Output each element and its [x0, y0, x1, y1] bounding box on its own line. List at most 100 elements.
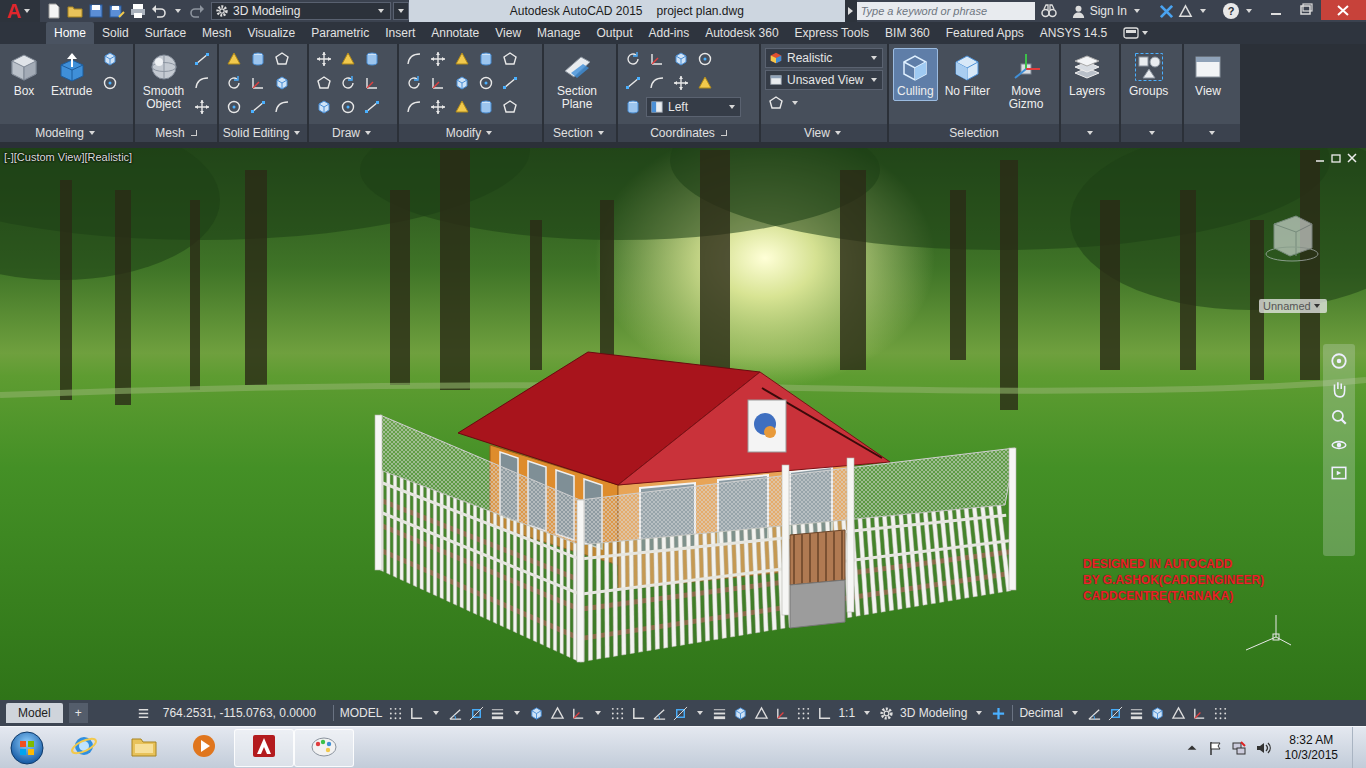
object-snap-icon[interactable]	[1108, 706, 1123, 721]
tool-button[interactable]	[475, 72, 497, 94]
ucs-icon[interactable]	[430, 75, 446, 91]
cube-icon[interactable]	[1150, 706, 1165, 721]
ribbon-tab[interactable]: Autodesk 360	[697, 22, 786, 44]
ribbon-tab[interactable]: Annotate	[423, 22, 487, 44]
grid-icon[interactable]	[1213, 706, 1228, 721]
volume-icon[interactable]	[1255, 740, 1271, 756]
dropdown-arrow-icon[interactable]	[792, 101, 798, 105]
ribbon-tab[interactable]: Parametric	[303, 22, 377, 44]
tool-button[interactable]	[191, 48, 213, 70]
tool-button[interactable]	[361, 72, 383, 94]
rotate-icon[interactable]	[226, 75, 242, 91]
tool-button[interactable]	[670, 48, 692, 70]
exchange-x-icon[interactable]	[1159, 4, 1174, 19]
taskbar-app[interactable]	[294, 729, 354, 767]
tool-button[interactable]	[361, 48, 383, 70]
tool-button[interactable]	[271, 96, 293, 118]
tool-button[interactable]	[499, 72, 521, 94]
ortho-icon[interactable]	[817, 706, 832, 721]
tool-button[interactable]	[427, 48, 449, 70]
tool-button[interactable]	[403, 96, 425, 118]
tool-button[interactable]	[337, 96, 359, 118]
customize-toolbar-button[interactable]	[393, 2, 409, 20]
tool-button[interactable]	[694, 72, 716, 94]
pyramid-icon[interactable]	[226, 51, 242, 67]
tool-button[interactable]	[622, 96, 644, 118]
panel-title[interactable]: Selection	[889, 124, 1059, 142]
zoom-icon[interactable]	[1330, 408, 1348, 426]
expand-search-button[interactable]	[845, 0, 857, 22]
cube-icon[interactable]	[454, 75, 470, 91]
new-file-icon[interactable]	[46, 3, 62, 19]
cube-icon[interactable]	[733, 706, 748, 721]
line-icon[interactable]	[625, 75, 641, 91]
arc-icon[interactable]	[649, 75, 665, 91]
ribbon-tab[interactable]: Output	[588, 22, 640, 44]
ribbon-tab[interactable]: View	[487, 22, 529, 44]
annotation-icon[interactable]	[1171, 706, 1186, 721]
cylinder-icon[interactable]	[478, 51, 494, 67]
dropdown-arrow-icon[interactable]	[514, 711, 520, 715]
tool-button[interactable]	[646, 72, 668, 94]
dropdown-arrow-icon[interactable]	[1200, 9, 1206, 13]
extrude-button[interactable]: Extrude	[47, 48, 96, 101]
circle-icon[interactable]	[102, 75, 118, 91]
section-plane-button[interactable]: Section Plane	[548, 48, 606, 114]
pyramid-icon[interactable]	[697, 75, 713, 91]
search-field[interactable]	[857, 2, 1035, 20]
tool-button[interactable]	[403, 72, 425, 94]
steering-wheel-icon[interactable]	[1330, 352, 1348, 370]
dropdown-arrow-icon[interactable]	[433, 711, 439, 715]
dropdown-arrow-icon[interactable]	[697, 711, 703, 715]
panel-title[interactable]: Modeling	[0, 124, 133, 142]
cylinder-icon[interactable]	[250, 51, 266, 67]
taskbar-app[interactable]	[234, 729, 294, 767]
plus-icon[interactable]	[991, 706, 1006, 721]
circle-icon[interactable]	[340, 99, 356, 115]
pyramid-icon[interactable]	[340, 51, 356, 67]
tool-button[interactable]	[622, 72, 644, 94]
ucs-icon[interactable]	[1192, 706, 1207, 721]
ucs-icon[interactable]	[364, 75, 380, 91]
user-icon[interactable]	[1071, 4, 1086, 19]
panel-title[interactable]: Coordinates	[618, 124, 759, 142]
dropdown-arrow-icon[interactable]	[595, 711, 601, 715]
layers-button[interactable]: Layers	[1065, 48, 1109, 101]
annotation-scale[interactable]: 1:1	[838, 706, 855, 720]
polygon-icon[interactable]	[768, 95, 784, 111]
arc-icon[interactable]	[406, 51, 422, 67]
dropdown-arrow-icon[interactable]	[175, 9, 181, 13]
circle-icon[interactable]	[226, 99, 242, 115]
cube-icon[interactable]	[274, 75, 290, 91]
new-layout-tab[interactable]: +	[69, 703, 88, 723]
polar-icon[interactable]	[1087, 706, 1102, 721]
object-snap-icon[interactable]	[469, 706, 484, 721]
taskbar-app[interactable]	[114, 729, 174, 767]
undo-icon[interactable]	[151, 3, 167, 19]
application-menu-button[interactable]: A	[0, 0, 40, 22]
panel-title[interactable]: Section	[544, 124, 616, 142]
panel-title[interactable]	[1061, 124, 1119, 142]
ribbon-tab[interactable]: Add-ins	[641, 22, 698, 44]
sign-in-link[interactable]: Sign In	[1090, 4, 1127, 18]
tool-button[interactable]	[475, 96, 497, 118]
lineweight-icon[interactable]	[712, 706, 727, 721]
viewport-controls[interactable]: [-][Custom View][Realistic]	[4, 151, 132, 163]
ortho-icon[interactable]	[409, 706, 424, 721]
save-icon[interactable]	[88, 3, 104, 19]
circle-icon[interactable]	[697, 51, 713, 67]
arc-icon[interactable]	[406, 99, 422, 115]
orbit-icon[interactable]	[1330, 436, 1348, 454]
ribbon-tab[interactable]: Insert	[377, 22, 423, 44]
line-icon[interactable]	[364, 99, 380, 115]
ribbon-tab[interactable]: Visualize	[239, 22, 303, 44]
workspace-switch[interactable]: 3D Modeling	[900, 706, 967, 720]
workspace-dropdown[interactable]: 3D Modeling	[211, 2, 391, 20]
autocad-logo[interactable]: A	[7, 0, 21, 22]
pyramid-icon[interactable]	[454, 99, 470, 115]
polygon-icon[interactable]	[502, 99, 518, 115]
lineweight-icon[interactable]	[1129, 706, 1144, 721]
tool-button[interactable]	[451, 72, 473, 94]
tool-button[interactable]	[271, 48, 293, 70]
tool-button[interactable]	[313, 48, 335, 70]
